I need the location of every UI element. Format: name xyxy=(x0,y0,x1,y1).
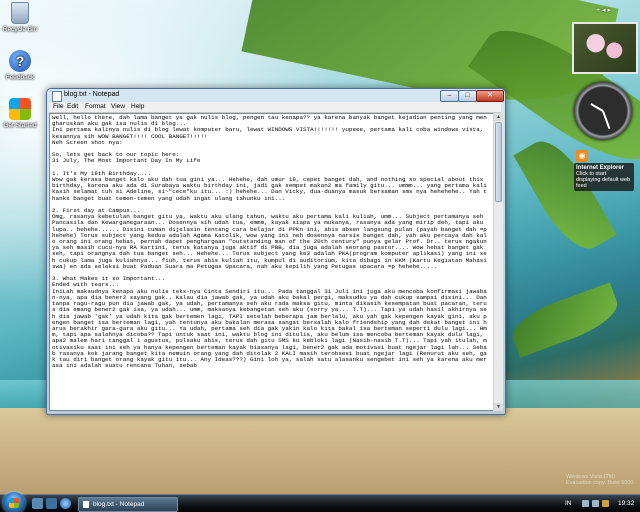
feed-text: Click to start displaying default web fe… xyxy=(576,171,631,189)
clock-time[interactable]: 19:32 xyxy=(618,497,634,510)
palm-leaf xyxy=(506,282,624,358)
scroll-up-icon[interactable]: ▲ xyxy=(494,113,503,121)
menu-edit[interactable]: Edit xyxy=(67,103,78,110)
windows-logo-icon xyxy=(9,498,19,508)
text-editor[interactable]: well, hello there, dah lama banget ya ga… xyxy=(49,113,494,411)
show-desktop-icon[interactable] xyxy=(32,498,43,509)
volume-icon[interactable] xyxy=(592,500,599,507)
taskbar: blog.txt - Notepad IN 19:32 xyxy=(0,492,640,512)
feedback-label: Feedback xyxy=(5,74,35,81)
language-indicator[interactable]: IN xyxy=(565,497,572,510)
notepad-window[interactable]: blog.txt - Notepad – □ ✕ File Edit Forma… xyxy=(46,88,506,415)
clock-minute-hand xyxy=(602,110,611,130)
internet-explorer-icon[interactable] xyxy=(60,498,71,509)
taskbar-item-notepad[interactable]: blog.txt - Notepad xyxy=(78,497,178,512)
title-bar[interactable]: blog.txt - Notepad – □ ✕ xyxy=(47,89,505,102)
feedback-icon: ? xyxy=(9,50,31,72)
menu-bar: File Edit Format View Help xyxy=(49,102,501,113)
switch-windows-icon[interactable] xyxy=(46,498,57,509)
taskbar-item-label: blog.txt - Notepad xyxy=(93,501,145,508)
recycle-bin-icon xyxy=(11,2,29,24)
system-tray: IN 19:32 xyxy=(560,497,638,510)
vertical-scrollbar[interactable]: ▲ ▼ xyxy=(493,113,503,411)
security-icon[interactable] xyxy=(602,500,609,507)
recycle-bin-desktop-icon[interactable]: Recycle Bin xyxy=(0,2,40,33)
scroll-down-icon[interactable]: ▼ xyxy=(494,403,503,411)
menu-format[interactable]: Format xyxy=(85,103,106,110)
menu-help[interactable]: Help xyxy=(131,103,144,110)
rss-icon: ◉ xyxy=(576,150,588,162)
notepad-icon xyxy=(83,501,89,508)
minimize-button[interactable]: – xyxy=(440,90,459,102)
maximize-button[interactable]: □ xyxy=(458,90,477,102)
clock-hour-hand xyxy=(590,103,604,112)
feed-headlines-gadget[interactable]: ◉ Internet Explorer Click to start displ… xyxy=(574,150,634,194)
slideshow-gadget[interactable] xyxy=(572,22,638,74)
beach-sand xyxy=(0,408,640,498)
network-icon[interactable] xyxy=(582,500,589,507)
menu-file[interactable]: File xyxy=(53,103,63,110)
notepad-icon xyxy=(52,91,62,102)
os-watermark: Windows Vista (TM) Evaluation copy. Buil… xyxy=(566,474,633,486)
scroll-thumb[interactable] xyxy=(495,122,502,202)
get-started-icon xyxy=(9,98,31,120)
close-button[interactable]: ✕ xyxy=(476,90,504,102)
document-text[interactable]: well, hello there, dah lama banget ya ga… xyxy=(52,114,490,369)
watermark-line: Evaluation copy. Build 6000 xyxy=(566,480,634,486)
feed-box[interactable]: Internet Explorer Click to start display… xyxy=(574,163,634,191)
window-title: blog.txt - Notepad xyxy=(64,91,120,98)
clock-gadget[interactable] xyxy=(574,82,632,140)
get-started-label: Get Started xyxy=(3,122,37,129)
start-button[interactable] xyxy=(3,492,25,512)
feedback-desktop-icon[interactable]: ? Feedback xyxy=(0,50,40,81)
menu-view[interactable]: View xyxy=(111,103,125,110)
recycle-bin-label: Recycle Bin xyxy=(2,26,38,33)
sidebar-controls[interactable]: + ◂ ▸ xyxy=(596,6,611,14)
get-started-desktop-icon[interactable]: Get Started xyxy=(0,98,40,129)
